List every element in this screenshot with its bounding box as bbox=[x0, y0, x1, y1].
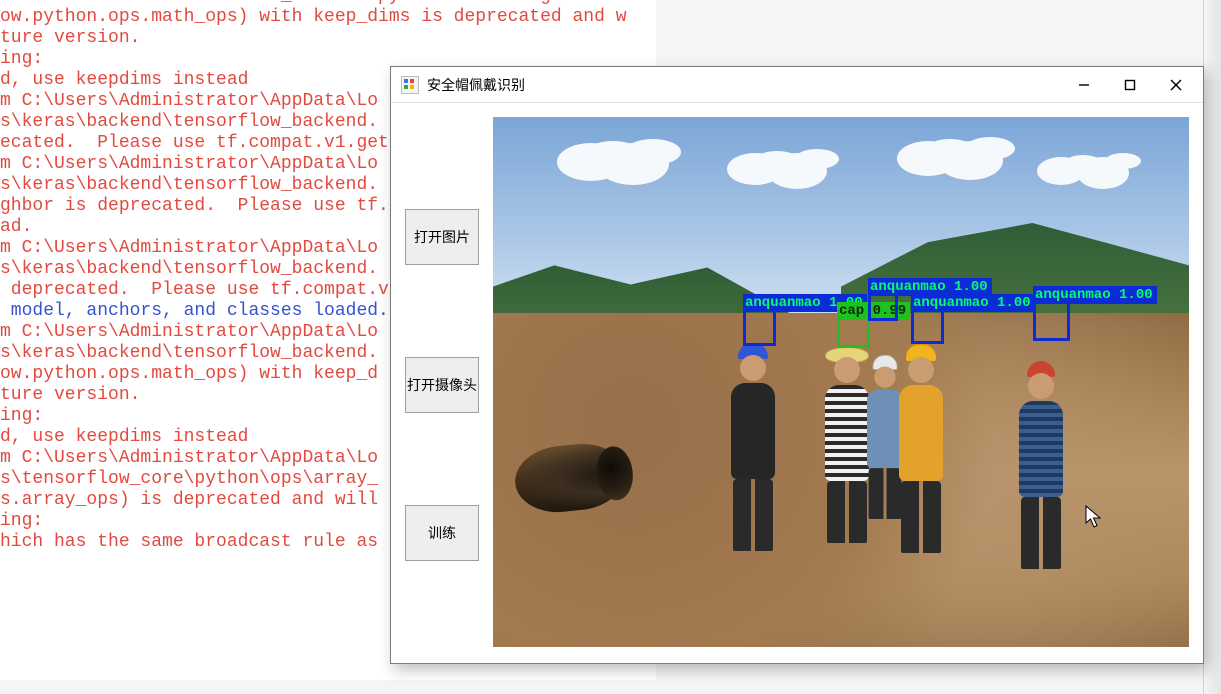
console-line: s\keras\backend\tensorflow_backend.py:11… bbox=[0, 0, 656, 7]
minimize-button[interactable] bbox=[1061, 68, 1107, 102]
open-image-button[interactable]: 打开图片 bbox=[405, 209, 479, 265]
console-line: ture version. bbox=[0, 28, 656, 49]
scene-person bbox=[1019, 361, 1063, 569]
window-title: 安全帽佩戴识别 bbox=[427, 75, 1061, 95]
detection-box: anquanmao 1.00 bbox=[743, 309, 776, 346]
scene-cloud bbox=[923, 139, 977, 166]
scene-person bbox=[731, 343, 775, 551]
scene-cloud bbox=[583, 141, 643, 171]
scene-person bbox=[867, 355, 903, 519]
console-line: ow.python.ops.math_ops) with keep_dims i… bbox=[0, 7, 656, 28]
detection-box: anquanmao 1.00 bbox=[868, 293, 898, 321]
scene-person bbox=[899, 343, 943, 553]
app-icon bbox=[401, 76, 419, 94]
detection-box: anquanmao 1.00 bbox=[911, 309, 944, 344]
scene-cloud bbox=[1063, 155, 1103, 175]
detection-label: anquanmao 1.00 bbox=[911, 294, 1035, 312]
maximize-button[interactable] bbox=[1107, 68, 1153, 102]
detection-label: anquanmao 1.00 bbox=[1033, 286, 1157, 304]
side-button-panel: 打开图片 打开摄像头 训练 bbox=[405, 209, 479, 561]
detection-image: anquanmao 1.00cap 0.99anquanmao 1.00anqu… bbox=[493, 117, 1189, 647]
window-body: 打开图片 打开摄像头 训练 bbox=[391, 103, 1203, 663]
train-button[interactable]: 训练 bbox=[405, 505, 479, 561]
open-camera-button[interactable]: 打开摄像头 bbox=[405, 357, 479, 413]
console-scrollbar[interactable] bbox=[1203, 0, 1221, 694]
scene-person bbox=[825, 347, 869, 543]
titlebar[interactable]: 安全帽佩戴识别 bbox=[391, 67, 1203, 103]
scene-cloud bbox=[753, 151, 801, 175]
detection-box: cap 0.99 bbox=[837, 317, 870, 348]
close-button[interactable] bbox=[1153, 68, 1199, 102]
helmet-detection-window: 安全帽佩戴识别 打开图片 打开摄像头 训练 bbox=[390, 66, 1204, 664]
detection-box: anquanmao 1.00 bbox=[1033, 301, 1070, 341]
